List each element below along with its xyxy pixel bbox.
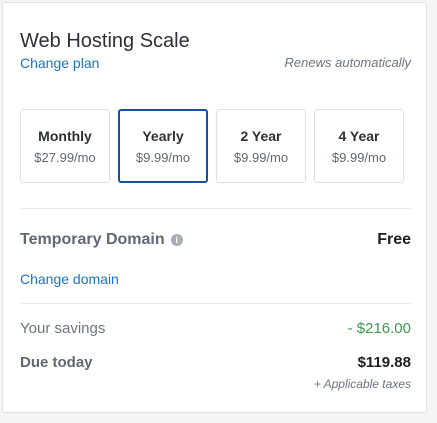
billing-option-price: $27.99/mo bbox=[34, 149, 96, 165]
billing-term-options: Monthly $27.99/mo Yearly $9.99/mo 2 Year… bbox=[20, 109, 404, 183]
due-today-value: $119.88 bbox=[357, 354, 411, 371]
billing-option-monthly[interactable]: Monthly $27.99/mo bbox=[20, 109, 110, 183]
temporary-domain-row: Temporary Domain i bbox=[20, 231, 183, 249]
billing-option-name: Monthly bbox=[38, 127, 92, 144]
billing-option-4-year[interactable]: 4 Year $9.99/mo bbox=[314, 109, 404, 183]
change-domain-link[interactable]: Change domain bbox=[20, 271, 119, 287]
temporary-domain-label: Temporary Domain bbox=[20, 231, 165, 248]
divider bbox=[20, 303, 411, 304]
billing-option-name: 2 Year bbox=[240, 127, 282, 144]
billing-option-yearly[interactable]: Yearly $9.99/mo bbox=[118, 109, 208, 183]
billing-option-name: Yearly bbox=[142, 127, 184, 144]
change-plan-link[interactable]: Change plan bbox=[20, 55, 99, 71]
due-today-label: Due today bbox=[20, 354, 93, 371]
savings-value: - $216.00 bbox=[347, 320, 411, 337]
billing-option-2-year[interactable]: 2 Year $9.99/mo bbox=[216, 109, 306, 183]
divider bbox=[20, 208, 411, 209]
order-summary-card: Web Hosting Scale Change plan Renews aut… bbox=[2, 2, 427, 413]
savings-label: Your savings bbox=[20, 320, 106, 337]
billing-option-name: 4 Year bbox=[338, 127, 380, 144]
renews-note: Renews automatically bbox=[284, 55, 411, 70]
taxes-note: + Applicable taxes bbox=[313, 377, 411, 391]
billing-option-price: $9.99/mo bbox=[135, 149, 191, 165]
billing-option-price: $9.99/mo bbox=[331, 149, 387, 165]
billing-option-price: $9.99/mo bbox=[233, 149, 289, 165]
plan-title: Web Hosting Scale bbox=[20, 30, 190, 52]
info-icon[interactable]: i bbox=[170, 234, 183, 246]
temporary-domain-value: Free bbox=[377, 231, 411, 248]
